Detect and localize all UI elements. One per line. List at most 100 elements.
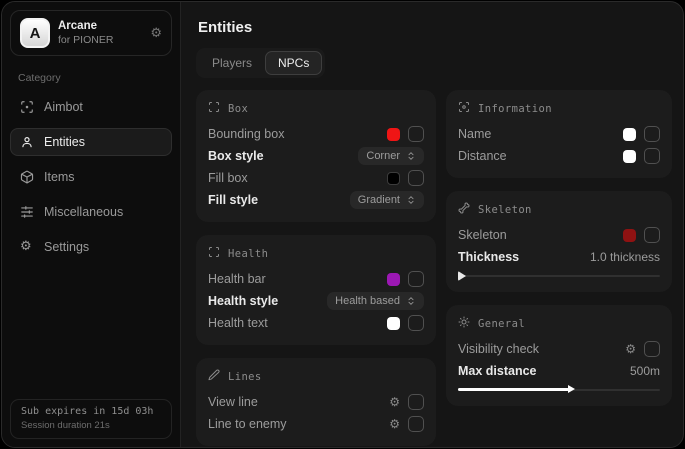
sidebar: A Arcane for PIONER ⚙ Category Aimbot En… <box>2 2 181 447</box>
row-label: Health bar <box>208 272 266 286</box>
card-title: Health <box>228 248 268 260</box>
sun-icon <box>458 315 470 333</box>
settings-icon[interactable]: ⚙ <box>150 26 162 41</box>
setting-row-visibility-check: Visibility check ⚙ <box>458 338 660 360</box>
scan-icon <box>208 100 220 118</box>
thickness-slider[interactable] <box>458 270 660 281</box>
row-label: Visibility check <box>458 342 539 356</box>
main-content: Entities Players NPCs Box Bounding box <box>181 2 683 447</box>
max-distance-slider[interactable] <box>458 384 660 395</box>
health-card: Health Health bar Health style Health ba… <box>196 235 436 345</box>
pencil-line-icon <box>208 368 220 386</box>
sidebar-item-miscellaneous[interactable]: Miscellaneous <box>10 198 172 226</box>
slider-fill <box>458 388 569 391</box>
page-title: Entities <box>198 19 672 36</box>
sidebar-item-label: Miscellaneous <box>44 205 123 219</box>
setting-row-line-to-enemy: Line to enemy ⚙ <box>208 413 424 435</box>
sidebar-item-items[interactable]: Items <box>10 163 172 191</box>
row-label: Health style <box>208 294 278 308</box>
slider-track <box>458 275 660 277</box>
color-swatch[interactable] <box>387 273 400 286</box>
select-value: Health based <box>335 295 400 307</box>
card-title: Lines <box>228 371 262 383</box>
sidebar-item-entities[interactable]: Entities <box>10 128 172 156</box>
app-window: A Arcane for PIONER ⚙ Category Aimbot En… <box>1 1 684 448</box>
setting-row-distance: Distance <box>458 145 660 167</box>
visibility-check-settings-icon[interactable]: ⚙ <box>625 343 636 355</box>
sliders-icon <box>20 205 34 219</box>
app-subtitle: for PIONER <box>58 34 113 46</box>
left-column: Box Bounding box Box style Corner <box>196 90 436 448</box>
color-swatch[interactable] <box>387 317 400 330</box>
color-swatch[interactable] <box>623 150 636 163</box>
card-title: Box <box>228 103 248 115</box>
setting-row-max-distance: Max distance 500m <box>458 360 660 382</box>
category-label: Category <box>18 72 164 84</box>
setting-row-health-bar: Health bar <box>208 268 424 290</box>
card-title: Information <box>478 103 552 115</box>
bounding-box-checkbox[interactable] <box>408 126 424 142</box>
health-card-header: Health <box>208 245 424 263</box>
setting-row-bounding-box: Bounding box <box>208 123 424 145</box>
skeleton-card-header: Skeleton <box>458 201 660 219</box>
card-title: Skeleton <box>478 204 532 216</box>
health-text-checkbox[interactable] <box>408 315 424 331</box>
tab-npcs[interactable]: NPCs <box>265 51 322 75</box>
skeleton-card: Skeleton Skeleton Thickness 1.0 thicknes… <box>446 191 672 292</box>
bone-icon <box>458 201 470 219</box>
setting-row-health-text: Health text <box>208 312 424 334</box>
view-line-settings-icon[interactable]: ⚙ <box>389 396 400 408</box>
chevrons-up-down-icon <box>406 296 416 306</box>
health-style-select[interactable]: Health based <box>327 292 424 310</box>
visibility-check-checkbox[interactable] <box>644 341 660 357</box>
row-label: Max distance <box>458 364 537 378</box>
row-label: Bounding box <box>208 127 284 141</box>
sidebar-item-aimbot[interactable]: Aimbot <box>10 93 172 121</box>
sidebar-item-settings[interactable]: ⚙ Settings <box>10 233 172 261</box>
tab-players[interactable]: Players <box>199 51 265 75</box>
gear-icon: ⚙ <box>20 240 34 254</box>
information-card-header: Information <box>458 100 660 118</box>
color-swatch[interactable] <box>387 128 400 141</box>
right-column: Information Name Distance <box>446 90 672 419</box>
line-to-enemy-checkbox[interactable] <box>408 416 424 432</box>
aimbot-scan-icon <box>20 100 34 114</box>
card-title: General <box>478 318 525 330</box>
entity-tabs: Players NPCs <box>196 48 325 78</box>
chevrons-up-down-icon <box>406 151 416 161</box>
box-style-select[interactable]: Corner <box>358 147 424 165</box>
row-label: Fill style <box>208 193 258 207</box>
setting-row-health-style: Health style Health based <box>208 290 424 312</box>
row-label: Thickness <box>458 250 519 264</box>
sidebar-item-label: Settings <box>44 240 89 254</box>
max-distance-value: 500m <box>630 364 660 378</box>
name-checkbox[interactable] <box>644 126 660 142</box>
chevrons-up-down-icon <box>406 195 416 205</box>
row-label: Fill box <box>208 171 248 185</box>
slider-arrowhead[interactable] <box>568 385 575 393</box>
lines-card: Lines View line ⚙ Line to enemy ⚙ <box>196 358 436 446</box>
color-swatch[interactable] <box>623 229 636 242</box>
health-bar-checkbox[interactable] <box>408 271 424 287</box>
session-duration-text: Session duration 21s <box>21 420 161 431</box>
card-columns: Box Bounding box Box style Corner <box>196 90 672 448</box>
view-line-checkbox[interactable] <box>408 394 424 410</box>
setting-row-name: Name <box>458 123 660 145</box>
row-label: Line to enemy <box>208 417 287 431</box>
color-swatch[interactable] <box>623 128 636 141</box>
color-swatch[interactable] <box>387 172 400 185</box>
skeleton-checkbox[interactable] <box>644 227 660 243</box>
app-title: Arcane <box>58 20 113 32</box>
fill-box-checkbox[interactable] <box>408 170 424 186</box>
fill-style-select[interactable]: Gradient <box>350 191 424 209</box>
box-card: Box Bounding box Box style Corner <box>196 90 436 222</box>
slider-handle[interactable] <box>458 271 466 281</box>
setting-row-skeleton: Skeleton <box>458 224 660 246</box>
row-label: Health text <box>208 316 268 330</box>
distance-checkbox[interactable] <box>644 148 660 164</box>
line-to-enemy-settings-icon[interactable]: ⚙ <box>389 418 400 430</box>
lines-card-header: Lines <box>208 368 424 386</box>
sidebar-item-label: Aimbot <box>44 100 83 114</box>
select-value: Corner <box>366 150 400 162</box>
sidebar-item-label: Items <box>44 170 75 184</box>
